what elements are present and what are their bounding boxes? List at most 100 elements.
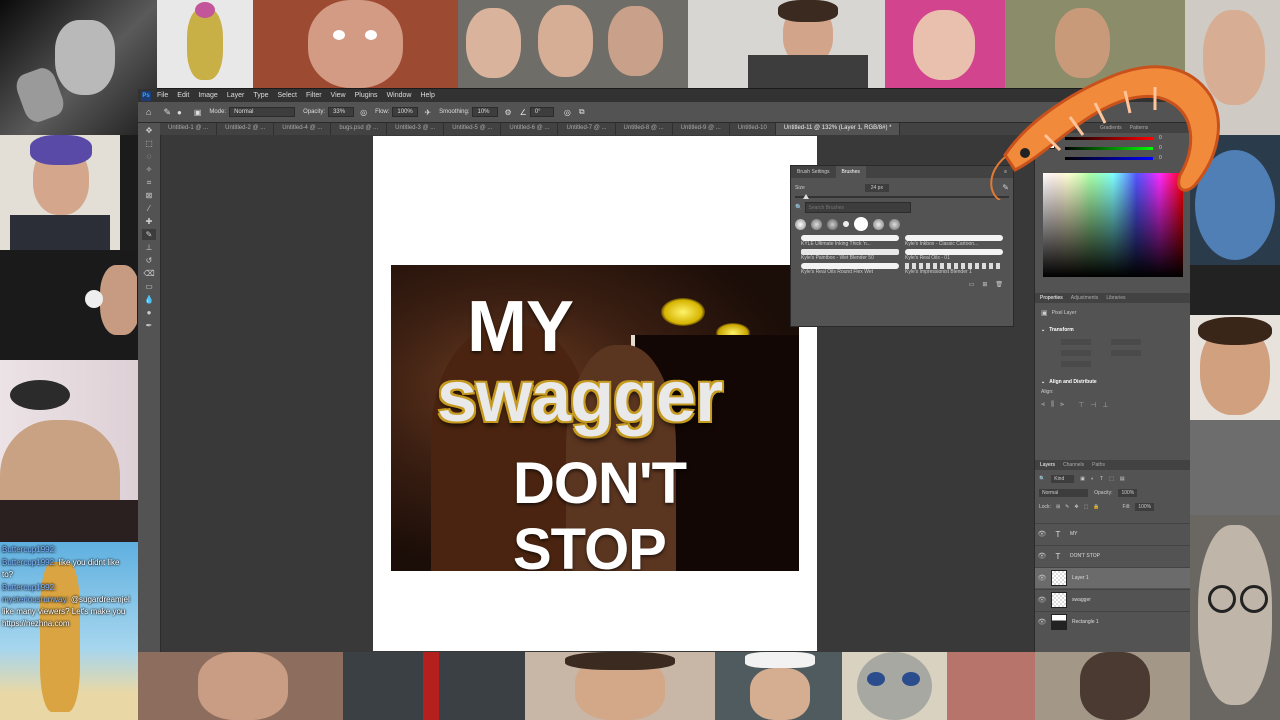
pen-tool-icon[interactable]: ✒ bbox=[142, 320, 156, 331]
visibility-eye-icon[interactable]: 👁 bbox=[1035, 596, 1049, 604]
eyedropper-tool-icon[interactable]: ⁄ bbox=[142, 203, 156, 214]
lasso-tool-icon[interactable]: ◌ bbox=[142, 151, 156, 162]
doc-tab[interactable]: Untitled-5 @ ... bbox=[444, 123, 502, 135]
menu-view[interactable]: View bbox=[331, 92, 346, 99]
filter-type-icon[interactable]: T bbox=[1100, 476, 1103, 482]
filter-pixel-icon[interactable]: ▣ bbox=[1080, 476, 1085, 482]
brush-item[interactable]: Kyle's Impressionist Blender 1 bbox=[905, 263, 1003, 275]
layer-row-rectangle-1[interactable]: 👁 Rectangle 1 bbox=[1035, 611, 1190, 632]
lock-position-icon[interactable]: ✥ bbox=[1074, 504, 1078, 510]
doc-tab[interactable]: Untitled-1 @ ... bbox=[160, 123, 218, 135]
doc-tab[interactable]: Untitled-8 @ ... bbox=[616, 123, 673, 135]
filter-smart-icon[interactable]: ▤ bbox=[1120, 476, 1125, 482]
brush-tool-icon[interactable]: ✎ bbox=[142, 229, 156, 240]
doc-tab[interactable]: bugs.psd @ ... bbox=[331, 123, 388, 135]
menu-plugins[interactable]: Plugins bbox=[355, 92, 378, 99]
tab-properties[interactable]: Properties bbox=[1040, 295, 1063, 301]
align-middle-icon[interactable]: ⊣ bbox=[1090, 401, 1096, 409]
visibility-eye-icon[interactable]: 👁 bbox=[1035, 574, 1049, 582]
history-brush-tool-icon[interactable]: ↺ bbox=[142, 255, 156, 266]
lock-brush-icon[interactable]: ✎ bbox=[1065, 504, 1069, 510]
transform-x-field[interactable] bbox=[1061, 350, 1091, 356]
brush-tool-icon[interactable]: ✎ bbox=[163, 107, 171, 118]
brush-settings-toggle-icon[interactable]: ▣ bbox=[194, 108, 202, 117]
brush-item[interactable]: Kyle's Paintbox - Wet Blender 50 bbox=[801, 249, 899, 261]
airbrush-icon[interactable]: ✈ bbox=[424, 108, 431, 117]
clone-stamp-tool-icon[interactable]: ⊥ bbox=[142, 242, 156, 253]
transform-section-title[interactable]: Transform bbox=[1049, 327, 1073, 333]
new-brush-icon[interactable]: ⊞ bbox=[982, 281, 987, 288]
doc-tab[interactable]: Untitled-6 @ ... bbox=[501, 123, 559, 135]
align-bottom-icon[interactable]: ⊥ bbox=[1102, 401, 1108, 409]
frame-tool-icon[interactable]: ⊠ bbox=[142, 190, 156, 201]
transform-y-field[interactable] bbox=[1111, 350, 1141, 356]
transform-chevron-icon[interactable]: ⌄ bbox=[1041, 327, 1045, 333]
menu-edit[interactable]: Edit bbox=[177, 92, 189, 99]
blur-tool-icon[interactable]: 💧 bbox=[142, 294, 156, 305]
menu-window[interactable]: Window bbox=[387, 92, 412, 99]
tab-adjustments[interactable]: Adjustments bbox=[1071, 295, 1099, 301]
tab-layers[interactable]: Layers bbox=[1040, 462, 1055, 468]
layer-row-my[interactable]: 👁 T MY bbox=[1035, 523, 1190, 544]
layer-kind-select[interactable]: Kind bbox=[1051, 475, 1075, 483]
pressure-opacity-icon[interactable]: ◎ bbox=[360, 108, 367, 117]
menu-layer[interactable]: Layer bbox=[227, 92, 245, 99]
brush-tip[interactable] bbox=[873, 218, 884, 230]
visibility-eye-icon[interactable]: 👁 bbox=[1035, 530, 1049, 538]
doc-tab[interactable]: Untitled-3 @ ... bbox=[387, 123, 445, 135]
pressure-size-icon[interactable]: ◎ bbox=[564, 108, 571, 117]
menu-help[interactable]: Help bbox=[420, 92, 434, 99]
doc-tab[interactable]: Untitled-4 @ ... bbox=[274, 123, 332, 135]
brush-tip[interactable] bbox=[843, 221, 849, 227]
tab-libraries[interactable]: Libraries bbox=[1106, 295, 1125, 301]
align-top-icon[interactable]: ⊤ bbox=[1078, 401, 1084, 409]
eraser-tool-icon[interactable]: ⌫ bbox=[142, 268, 156, 279]
brush-tip[interactable] bbox=[795, 218, 806, 230]
menu-file[interactable]: File bbox=[157, 92, 168, 99]
home-icon[interactable]: ⌂ bbox=[146, 107, 151, 117]
layer-row-dont-stop[interactable]: 👁 T DON'T STOP bbox=[1035, 545, 1190, 566]
smoothing-input[interactable]: 10% bbox=[472, 107, 499, 117]
doc-tab[interactable]: Untitled-9 @ ... bbox=[673, 123, 730, 135]
size-value[interactable]: 24 px bbox=[864, 183, 889, 192]
align-center-icon[interactable]: ⫼ bbox=[1051, 401, 1054, 409]
filter-adjustment-icon[interactable]: ◐ bbox=[1091, 476, 1094, 482]
gradient-tool-icon[interactable]: ▭ bbox=[142, 281, 156, 292]
visibility-eye-icon[interactable]: 👁 bbox=[1035, 552, 1049, 560]
layer-row-layer-1[interactable]: 👁 Layer 1 bbox=[1035, 567, 1190, 588]
size-slider-handle[interactable] bbox=[803, 194, 809, 199]
mode-select[interactable]: Normal bbox=[229, 107, 296, 117]
quick-select-tool-icon[interactable]: ✧ bbox=[142, 164, 156, 175]
align-left-icon[interactable]: ⫷ bbox=[1041, 401, 1045, 409]
align-chevron-icon[interactable]: ⌄ bbox=[1041, 379, 1045, 385]
brush-tip[interactable] bbox=[811, 218, 822, 230]
lock-all-icon[interactable]: 🔒 bbox=[1093, 504, 1099, 510]
brush-item[interactable]: Kyle's Inkbox - Classic Cartoon... bbox=[905, 235, 1003, 247]
tab-brush-settings[interactable]: Brush Settings bbox=[791, 169, 836, 175]
filter-shape-icon[interactable]: ⬚ bbox=[1109, 476, 1114, 482]
lock-transparent-icon[interactable]: ⊞ bbox=[1056, 504, 1060, 510]
menu-image[interactable]: Image bbox=[198, 92, 217, 99]
doc-tab[interactable]: Untitled-7 @ ... bbox=[558, 123, 616, 135]
doc-tab-active[interactable]: Untitled-11 @ 132% (Layer 1, RGB/8#) * bbox=[775, 123, 901, 135]
brush-item[interactable]: Kyle's Real Oils - 01 bbox=[905, 249, 1003, 261]
delete-brush-icon[interactable]: 🗑 bbox=[995, 281, 1003, 288]
brush-tip[interactable] bbox=[889, 218, 900, 230]
dodge-tool-icon[interactable]: ● bbox=[142, 307, 156, 318]
fill-input[interactable]: 100% bbox=[1135, 503, 1155, 511]
transform-flip-icons[interactable] bbox=[1111, 361, 1141, 367]
doc-tab[interactable]: Untitled-2 @ ... bbox=[217, 123, 275, 135]
align-section-title[interactable]: Align and Distribute bbox=[1049, 379, 1097, 385]
symmetry-icon[interactable]: ⧉ bbox=[579, 107, 585, 117]
visibility-eye-icon[interactable]: 👁 bbox=[1035, 618, 1049, 626]
doc-tab[interactable]: Untitled-10 bbox=[730, 123, 776, 135]
document-canvas[interactable]: MY swagger DON'T STOP bbox=[373, 136, 817, 651]
marquee-tool-icon[interactable]: ⬚ bbox=[142, 138, 156, 149]
brush-item[interactable]: Kyle's Real Oils Round Flex Wet bbox=[801, 263, 899, 275]
menu-select[interactable]: Select bbox=[278, 92, 297, 99]
angle-input[interactable]: 0° bbox=[529, 107, 554, 117]
brush-tip[interactable] bbox=[854, 217, 868, 231]
blend-mode-select[interactable]: Normal bbox=[1039, 489, 1089, 497]
lock-artboard-icon[interactable]: ⬚ bbox=[1084, 504, 1089, 510]
layer-opacity-input[interactable]: 100% bbox=[1118, 489, 1138, 497]
